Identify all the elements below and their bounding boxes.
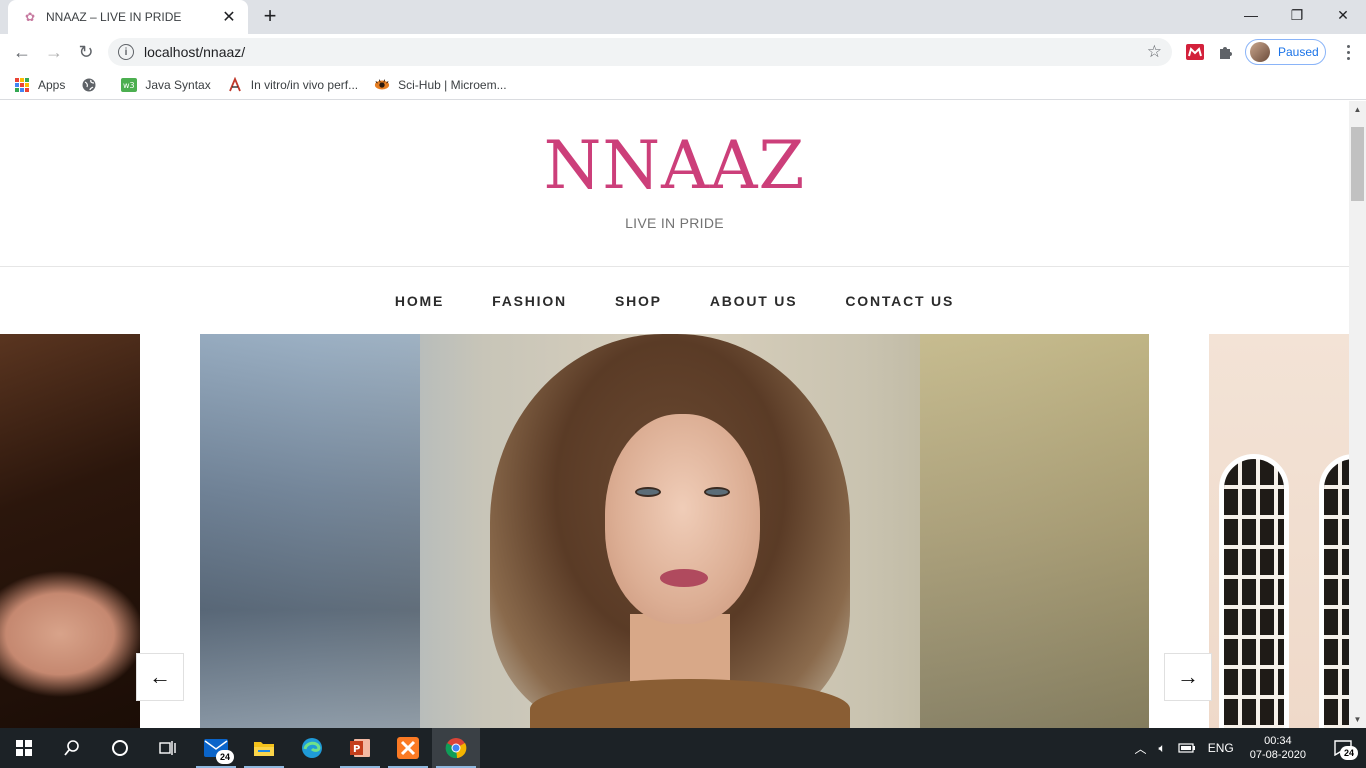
model-right-eye bbox=[704, 487, 730, 497]
windows-logo-icon bbox=[16, 740, 32, 756]
slider-prev-button[interactable]: ← bbox=[136, 653, 184, 701]
background-blur-right bbox=[920, 334, 1149, 728]
url-text[interactable]: localhost/nnaaz/ bbox=[144, 44, 1147, 60]
model-left-eye bbox=[635, 487, 661, 497]
profile-chip[interactable]: Paused bbox=[1245, 39, 1326, 65]
back-button[interactable]: ← bbox=[8, 38, 36, 66]
bookmark-globe[interactable] bbox=[81, 77, 105, 93]
chrome-menu-icon[interactable] bbox=[1338, 38, 1358, 66]
svg-text:P: P bbox=[353, 744, 360, 755]
language-indicator[interactable]: ENG bbox=[1208, 741, 1234, 755]
notifications-badge: 24 bbox=[1340, 746, 1358, 760]
nav-about-us[interactable]: ABOUT US bbox=[710, 293, 798, 309]
nav-shop[interactable]: SHOP bbox=[615, 293, 662, 309]
close-window-button[interactable]: ✕ bbox=[1320, 0, 1366, 30]
battery-icon[interactable] bbox=[1178, 742, 1196, 754]
cortana-icon[interactable] bbox=[96, 728, 144, 768]
bookmarks-bar: Apps w3 Java Syntax In vitro/in vivo per… bbox=[0, 70, 1366, 100]
restore-button[interactable]: ❐ bbox=[1274, 0, 1320, 30]
forward-button[interactable]: → bbox=[40, 38, 68, 66]
browser-tab-strip: ✿ NNAAZ – LIVE IN PRIDE ✕ + — ❐ ✕ bbox=[0, 0, 1366, 34]
scroll-thumb[interactable] bbox=[1351, 127, 1364, 201]
show-hidden-icons-chevron-icon[interactable]: ︿ bbox=[1134, 740, 1146, 757]
nav-home[interactable]: HOME bbox=[395, 293, 444, 309]
reload-button[interactable]: ↻ bbox=[72, 38, 100, 66]
powerpoint-icon[interactable]: P bbox=[336, 728, 384, 768]
apps-grid-icon bbox=[14, 77, 30, 93]
slider-next-button[interactable]: → bbox=[1164, 653, 1212, 701]
browser-tab[interactable]: ✿ NNAAZ – LIVE IN PRIDE ✕ bbox=[8, 0, 248, 34]
bookmark-sci-hub[interactable]: Sci-Hub | Microem... bbox=[374, 77, 507, 93]
close-tab-icon[interactable]: ✕ bbox=[220, 7, 238, 27]
mail-badge: 24 bbox=[216, 750, 234, 764]
sci-hub-eye-icon bbox=[374, 77, 390, 93]
edge-browser-icon[interactable] bbox=[288, 728, 336, 768]
bookmark-apps[interactable]: Apps bbox=[14, 77, 65, 93]
avatar bbox=[1250, 42, 1270, 62]
windows-taskbar: 24 P ︿ 🔈︎ ENG 00:34 07-08-2020 24 bbox=[0, 728, 1366, 768]
task-view-icon[interactable] bbox=[144, 728, 192, 768]
system-tray: ︿ 🔈︎ ENG 00:34 07-08-2020 24 bbox=[1128, 728, 1366, 768]
clock-time: 00:34 bbox=[1264, 735, 1292, 747]
mail-app-icon[interactable]: 24 bbox=[192, 728, 240, 768]
chrome-taskbar-icon[interactable] bbox=[432, 728, 480, 768]
bookmark-star-icon[interactable]: ☆ bbox=[1147, 42, 1162, 62]
extensions-puzzle-icon[interactable] bbox=[1216, 42, 1236, 62]
bookmark-label: Java Syntax bbox=[145, 77, 211, 92]
sync-status: Paused bbox=[1278, 45, 1319, 59]
site-header: NNAAZ LIVE IN PRIDE bbox=[0, 101, 1349, 266]
site-title[interactable]: NNAAZ bbox=[0, 127, 1349, 204]
globe-icon bbox=[81, 77, 97, 93]
page-viewport: NNAAZ LIVE IN PRIDE HOME FASHION SHOP AB… bbox=[0, 101, 1349, 728]
address-bar[interactable]: i localhost/nnaaz/ ☆ bbox=[108, 38, 1172, 66]
minimize-button[interactable]: — bbox=[1228, 0, 1274, 30]
xampp-icon[interactable] bbox=[384, 728, 432, 768]
site-tagline: LIVE IN PRIDE bbox=[625, 215, 724, 231]
clock-date: 07-08-2020 bbox=[1249, 749, 1306, 761]
search-icon[interactable] bbox=[48, 728, 96, 768]
tab-title: NNAAZ – LIVE IN PRIDE bbox=[46, 10, 182, 24]
previous-slide-image[interactable] bbox=[0, 334, 140, 728]
mendeley-extension-icon[interactable] bbox=[1185, 42, 1205, 62]
action-center-icon[interactable]: 24 bbox=[1326, 740, 1360, 760]
model-face bbox=[605, 414, 760, 624]
start-button[interactable] bbox=[0, 728, 48, 768]
scroll-up-arrow-icon[interactable]: ▲ bbox=[1349, 101, 1366, 118]
volume-icon[interactable]: 🔈︎ bbox=[1159, 741, 1166, 756]
site-info-icon[interactable]: i bbox=[118, 44, 134, 60]
page-scrollbar[interactable]: ▲ ▼ bbox=[1349, 101, 1366, 728]
file-explorer-icon[interactable] bbox=[240, 728, 288, 768]
bookmark-label: Apps bbox=[38, 77, 66, 92]
window-frame-left bbox=[1219, 454, 1289, 728]
bookmark-in-vitro[interactable]: In vitro/in vivo perf... bbox=[227, 76, 359, 93]
svg-text:w3: w3 bbox=[123, 81, 135, 90]
taskbar-clock[interactable]: 00:34 07-08-2020 bbox=[1250, 734, 1306, 762]
background-blur-left bbox=[200, 334, 420, 728]
next-slide-image[interactable] bbox=[1209, 334, 1349, 728]
new-tab-button[interactable]: + bbox=[258, 5, 282, 29]
browser-toolbar: ← → ↻ i localhost/nnaaz/ ☆ Paused bbox=[0, 34, 1366, 70]
window-controls: — ❐ ✕ bbox=[1228, 0, 1366, 30]
nav-contact-us[interactable]: CONTACT US bbox=[845, 293, 954, 309]
bookmark-java-syntax[interactable]: w3 Java Syntax bbox=[121, 77, 211, 93]
bookmark-label: In vitro/in vivo perf... bbox=[250, 77, 359, 92]
nav-fashion[interactable]: FASHION bbox=[492, 293, 567, 309]
site-favicon-icon: ✿ bbox=[24, 10, 36, 24]
bookmark-label: Sci-Hub | Microem... bbox=[398, 77, 507, 92]
current-slide-image[interactable] bbox=[200, 334, 1149, 728]
hero-slider: ← → bbox=[0, 334, 1349, 728]
window-frame-right bbox=[1319, 454, 1349, 728]
scroll-down-arrow-icon[interactable]: ▼ bbox=[1349, 711, 1366, 728]
primary-navigation: HOME FASHION SHOP ABOUT US CONTACT US bbox=[0, 266, 1349, 334]
elsevier-icon bbox=[227, 76, 243, 93]
w3schools-icon: w3 bbox=[121, 77, 138, 93]
model-lips bbox=[660, 569, 708, 587]
